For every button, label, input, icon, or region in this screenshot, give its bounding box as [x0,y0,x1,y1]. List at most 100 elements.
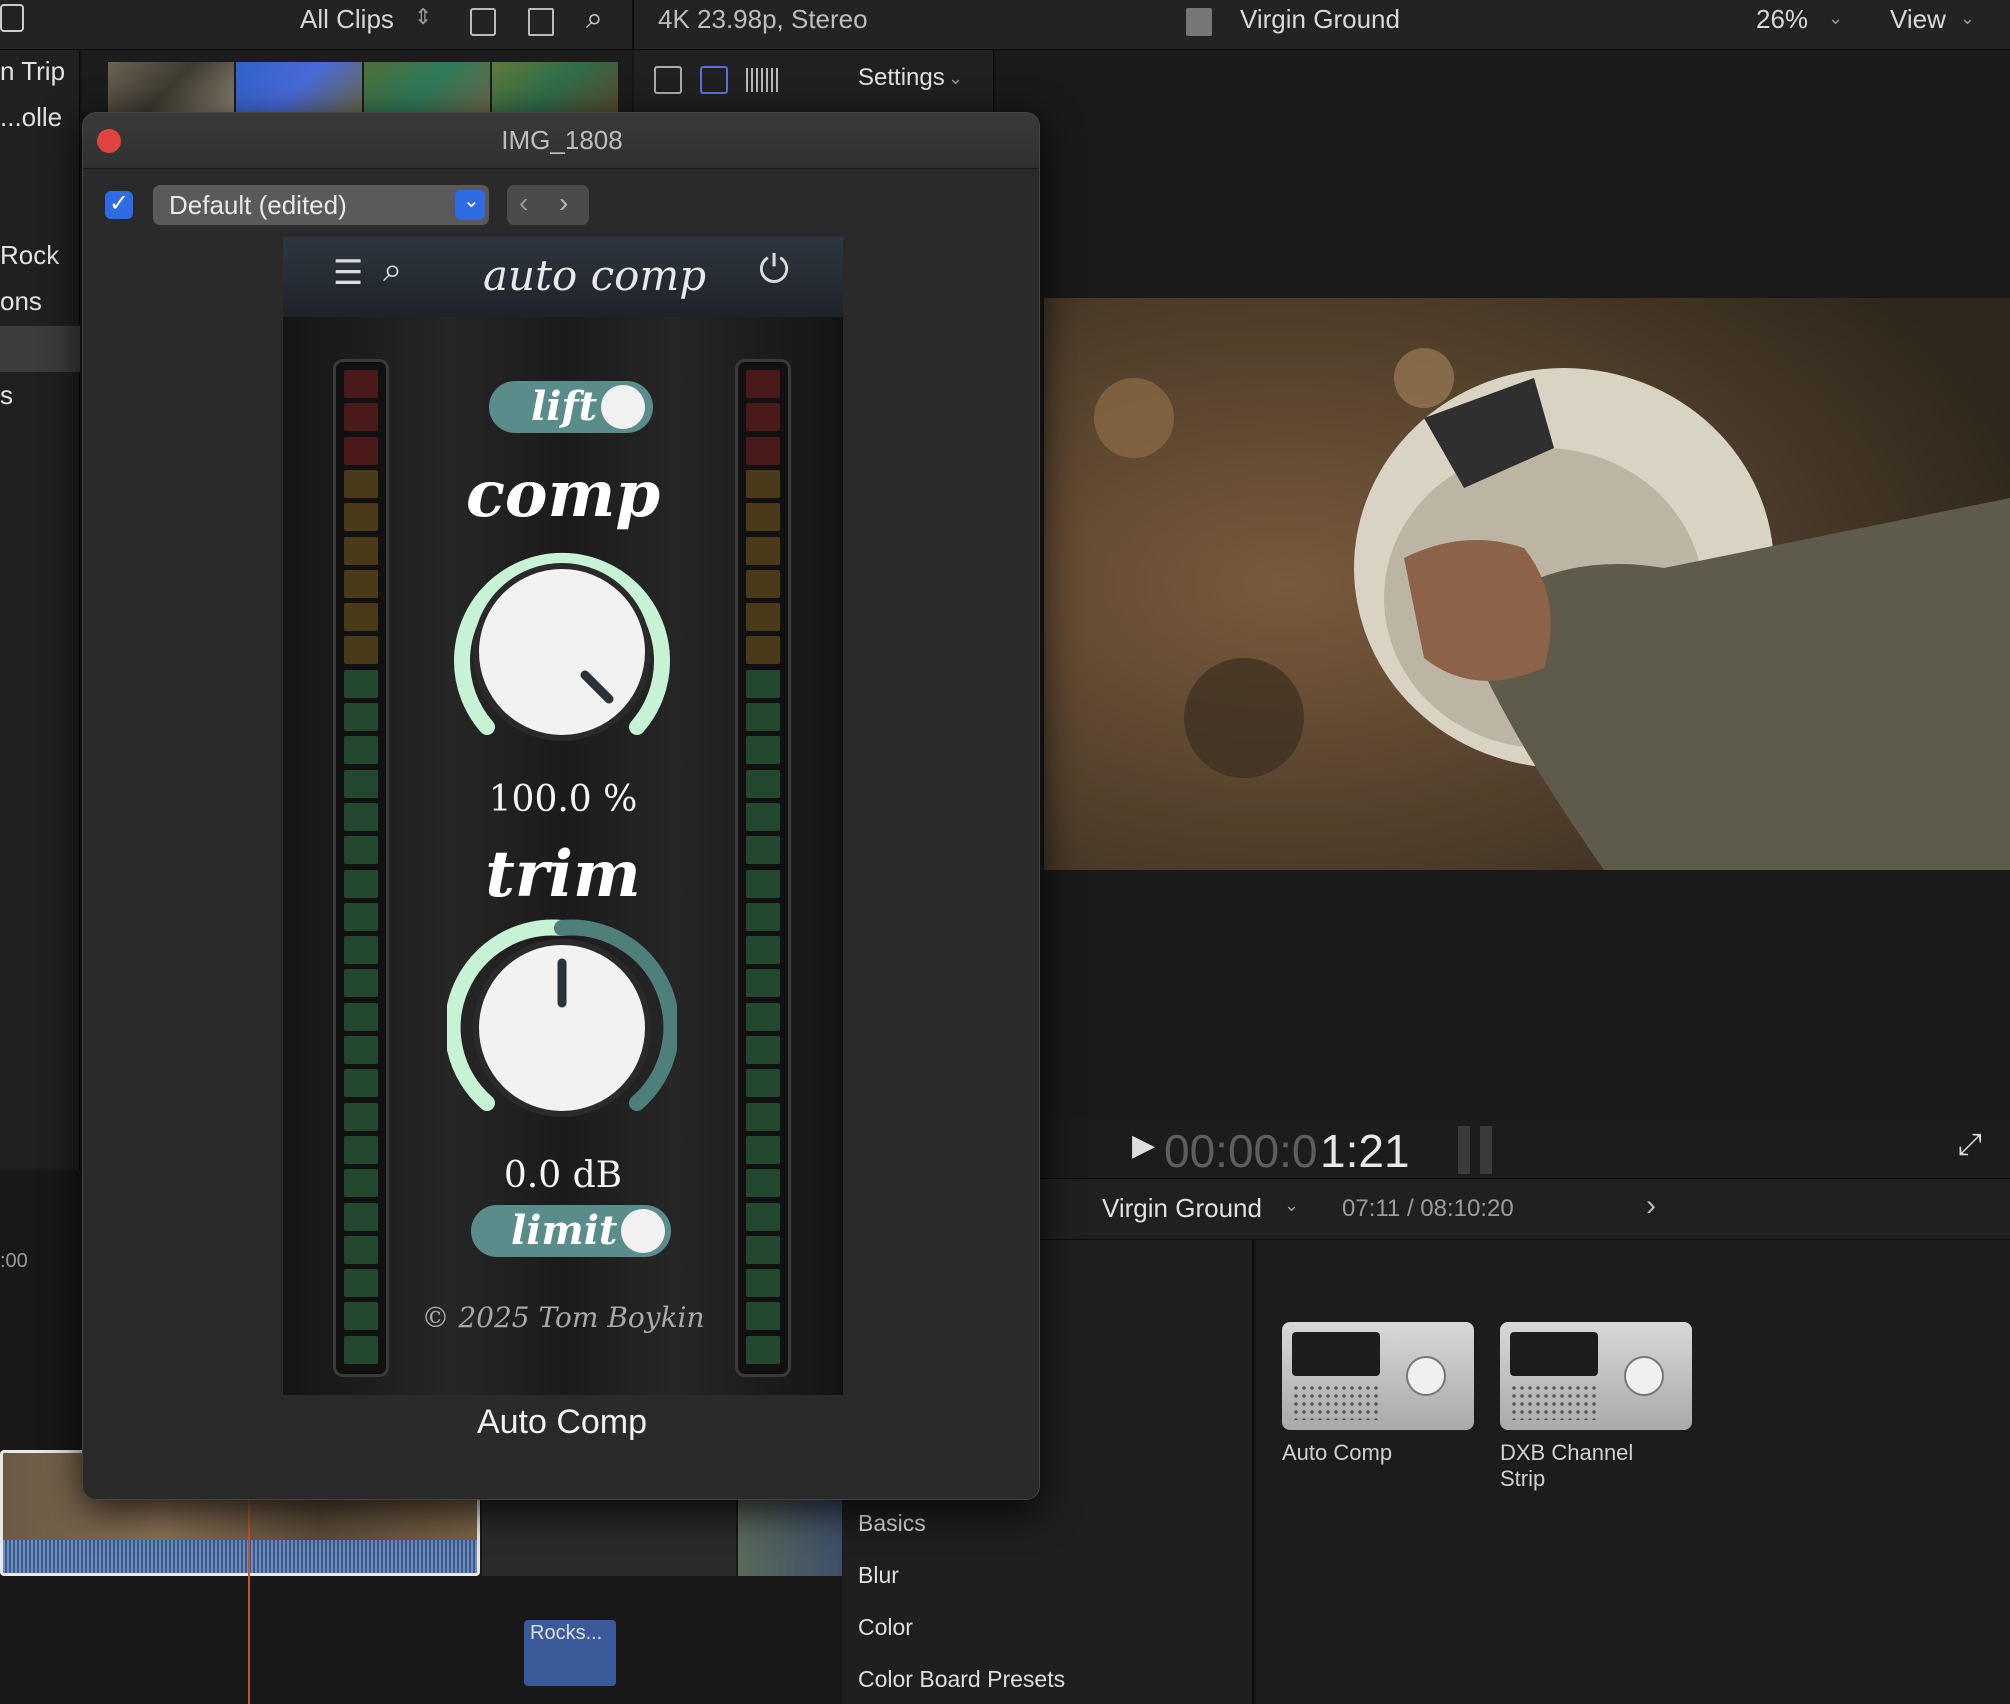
window-titlebar[interactable]: IMG_1808 [83,113,1039,169]
clip-thumbnail[interactable] [492,62,618,112]
format-label: 4K 23.98p, Stereo [658,4,868,34]
effect-name: DXB Channel Strip [1500,1440,1634,1491]
fx-category-color-board-presets[interactable]: Color Board Presets [858,1666,1065,1693]
lift-label: lift [531,383,598,430]
video-inspector-icon[interactable] [654,66,682,94]
trim-label: trim [485,837,641,912]
search-icon[interactable]: ⌕ [383,251,402,290]
meter-segment [746,636,780,665]
video-frame[interactable] [1044,298,2010,870]
sidebar-item[interactable]: olle... [0,102,80,133]
fx-category-color[interactable]: Color [858,1614,913,1641]
fx-category-blur[interactable]: Blur [858,1562,899,1589]
meter-segment [746,403,780,432]
waveform-icon [1510,1332,1598,1376]
meter-segment [746,1102,780,1131]
checkmark-icon: ✓ [109,190,130,217]
fullscreen-icon[interactable]: ⤢ [1958,1128,1982,1162]
meter-segment [344,669,378,698]
previous-preset-button[interactable]: ‹ [519,187,528,219]
timecode[interactable]: 1:21 [1320,1124,1410,1178]
chevron-right-icon[interactable]: › [1646,1189,1656,1223]
plugin-header: ☰ ⌕ auto comp ⏻ [283,237,843,317]
film-icon [1186,8,1212,36]
copyright: © 2025 Tom Boykin [421,1301,705,1334]
meter-segment [344,1036,378,1064]
enable-checkbox[interactable]: ✓ [105,190,133,219]
waveform-icon [1292,1332,1380,1376]
comp-value: 100.0 % [488,779,638,820]
library-sidebar: n Trip olle... Rock ons s [0,50,80,1170]
meter-segment [344,1235,378,1264]
timeline-header: Virgin Ground ⌄ 07:11 / 08:10:20 › [1040,1178,2010,1240]
toggle-knob [601,385,645,429]
settings-dropdown[interactable]: Settings [858,64,945,92]
limit-toggle[interactable]: limit [471,1205,671,1257]
filmstrip-view-icon[interactable] [470,8,496,36]
limit-label: limit [511,1207,618,1254]
app-icon[interactable] [0,4,24,32]
audio-meter-mini [1458,1126,1470,1174]
clips-filter-dropdown[interactable]: All Clips [300,4,394,34]
clip-thumbnail[interactable] [364,62,490,112]
trim-knob[interactable] [444,913,680,1143]
clip-thumbnail[interactable] [236,62,362,112]
next-preset-button[interactable]: › [559,187,568,219]
meter-segment [344,1069,378,1098]
sidebar-item[interactable]: s [0,380,80,411]
sidebar-item-selected[interactable] [0,326,80,372]
ruler-mark: :00 [0,1250,28,1272]
meter-segment [746,969,780,998]
clip-appearance-icon[interactable] [528,8,554,36]
dial-icon [1406,1356,1446,1396]
effect-tile-dxb-channel-strip[interactable] [1500,1322,1692,1430]
clip-label: Rocks... [530,1622,603,1644]
preset-dropdown[interactable]: Default (edited) ⌄ [153,185,489,225]
timeline-position: 07:11 / 08:10:20 [1342,1195,1514,1222]
power-icon[interactable]: ⏻ [759,249,789,292]
menu-icon[interactable]: ☰ [333,253,363,293]
comp-label: comp [465,457,661,532]
film-inspector-icon[interactable] [700,66,728,94]
effects-grid: Auto Comp DXB Channel Strip [1256,1240,2010,1704]
effect-tile-auto-comp[interactable] [1282,1322,1474,1430]
meter-segment [344,403,378,432]
meter-segment [746,736,780,765]
chevron-down-icon: ⌄ [1284,1195,1300,1215]
audio-inspector-icon[interactable] [746,68,778,92]
plugin-panel: ☰ ⌕ auto comp ⏻ lift comp 100.0 % trim 0… [283,237,843,1395]
plugin-window: IMG_1808 ✓ Default (edited) ⌄ ‹ › ☰ ⌕ au… [82,112,1040,1500]
zoom-dropdown[interactable]: 26% [1756,4,1808,34]
dial-icon [1624,1356,1664,1396]
lift-toggle[interactable]: lift [489,381,653,433]
meter-segment [746,1269,780,1298]
audio-meter-mini [1480,1126,1492,1174]
sidebar-item[interactable]: n Trip [0,56,80,87]
fx-category-basics[interactable]: Basics [858,1510,926,1537]
comp-knob[interactable] [447,537,677,767]
meter-segment [344,703,378,731]
meter-segment [746,536,780,565]
plugin-title: auto comp [483,251,707,300]
browser-filmstrip [82,50,632,112]
timeline-project-title[interactable]: Virgin Ground [1102,1193,1262,1224]
sidebar-item[interactable]: ons [0,286,80,317]
toolbar: All Clips ⇕ ⌕ 4K 23.98p, Stereo Virgin G… [0,0,2010,50]
meter-segment [344,603,378,632]
viewer-controls: ▶ 00:00:0 1:21 ⤢ [1040,1118,2010,1178]
meter-segment [344,736,378,765]
chevron-down-icon: ⌄ [948,68,964,88]
meter-segment [746,703,780,731]
meter-segment [344,1335,378,1364]
clip-thumbnail[interactable] [108,62,234,112]
search-icon[interactable]: ⌕ [586,2,603,36]
sidebar-item[interactable]: Rock [0,240,80,271]
chevron-down-icon: ⌄ [1828,8,1844,28]
inspector-header: Settings ⌄ [634,50,994,112]
view-menu[interactable]: View [1890,4,1946,34]
preset-label: Default (edited) [169,190,347,220]
meter-segment [746,569,780,598]
play-icon[interactable]: ▶ [1132,1128,1155,1163]
meter-segment [344,370,378,398]
project-title[interactable]: Virgin Ground [1240,4,1400,34]
